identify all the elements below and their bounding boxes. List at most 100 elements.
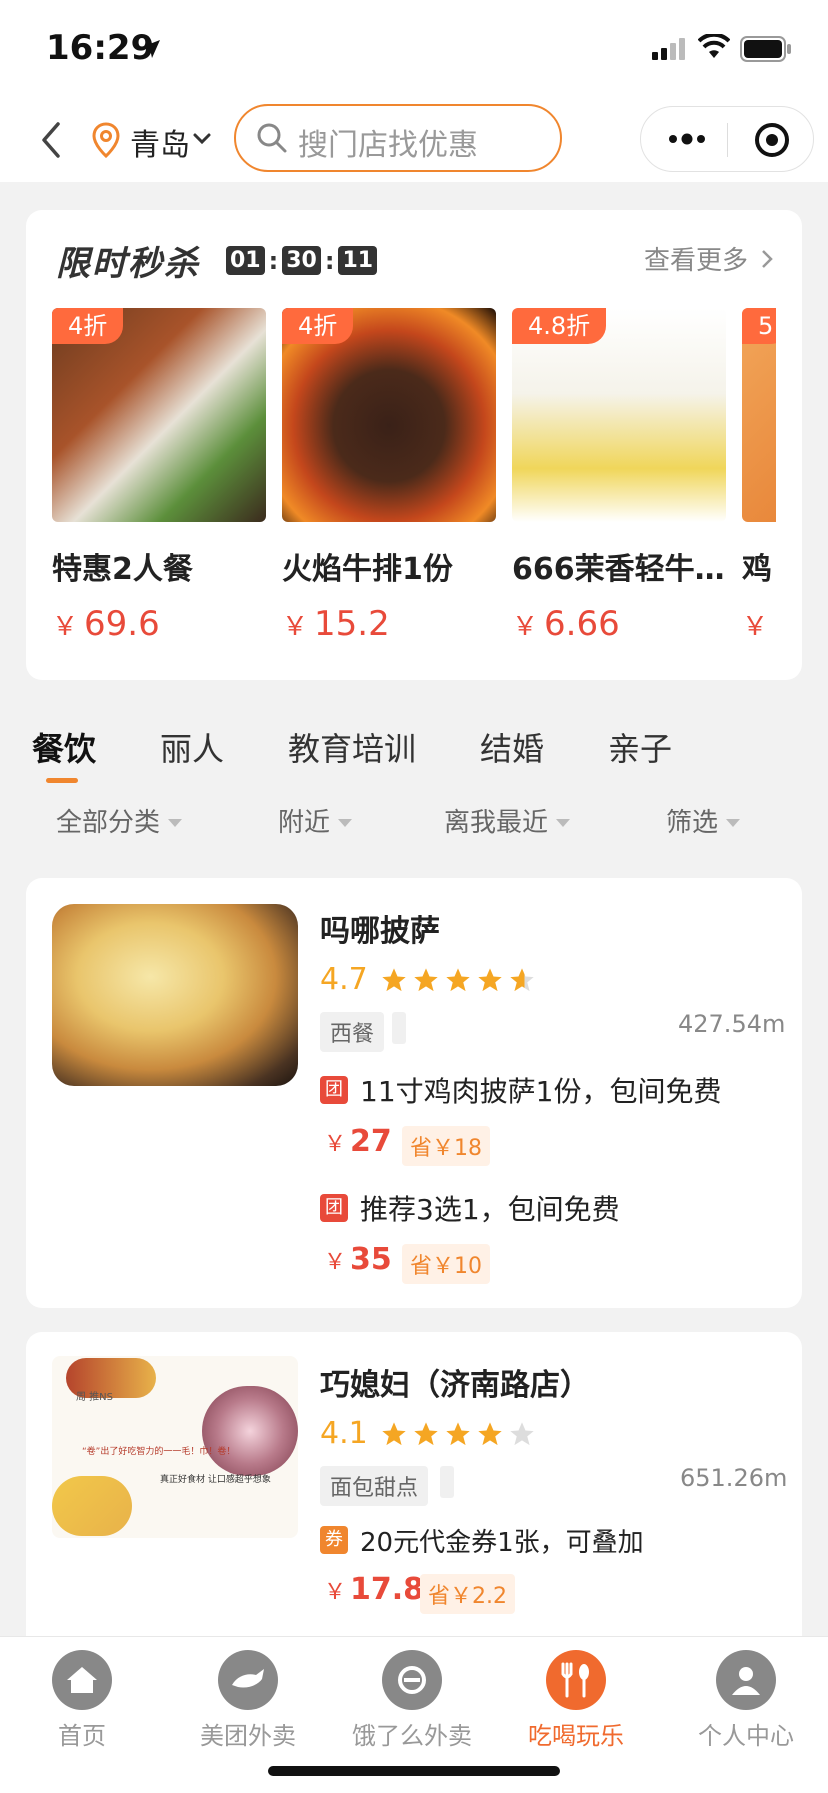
discount-badge: 4折 [52,308,124,344]
tab-beauty[interactable]: 丽人 [160,724,224,770]
star-icon [414,1421,438,1445]
star-icon [414,967,438,991]
tab-catering[interactable]: 餐饮 [32,724,96,770]
star-icon [446,1421,470,1445]
store-distance: 651.26m [680,1464,788,1492]
group-deal-icon: 团 [320,1194,348,1222]
product-name: 特惠2人餐 [52,552,193,587]
deal-title[interactable]: 20元代金券1张，可叠加 [360,1522,644,1559]
search-input[interactable]: 搜门店找优惠 [234,104,562,172]
store-category-tag: 西餐 [320,1012,385,1052]
chevron-down-icon[interactable] [192,132,212,146]
filter-nearby[interactable]: 附近 [278,802,353,839]
product-price: ￥ 6.66 [512,604,620,644]
product-image: 5 [742,308,776,522]
store-name: 吗哪披萨 [320,914,440,949]
home-indicator [268,1766,560,1776]
filter-sort-distance[interactable]: 离我最近 [444,802,571,839]
product-image: 4.8折 [512,308,726,522]
store-rating: 4.1 [320,1416,536,1451]
search-placeholder: 搜门店找优惠 [298,128,478,163]
product-name: 鸡 [742,552,772,587]
dropdown-triangle-icon [556,818,571,827]
store-tag-placeholder [440,1466,454,1498]
tabbar-home[interactable]: 首页 [22,1650,142,1751]
deal-price: ￥ 27 [324,1124,392,1159]
deal-price: ￥ 17.8 [324,1572,425,1607]
store-image: 周 推NS “卷”出了好吃智力的一一毛！巾！卷！ 真正好食材 让口感超乎想象 [52,1356,298,1538]
eleme-icon [382,1650,442,1710]
tabbar-meituan[interactable]: 美团外卖 [188,1650,308,1751]
location-pin-icon[interactable] [92,122,120,158]
countdown-timer: 01 : 30 : 11 [226,246,378,275]
city-selector[interactable]: 青岛 [130,120,190,164]
search-icon [257,123,287,153]
product-image: 4折 [282,308,496,522]
store-rating: 4.7 [320,962,536,997]
flash-sale-title: 限时秒杀 [56,244,200,284]
back-arrow-icon[interactable] [36,120,66,160]
voucher-icon: 券 [320,1526,348,1554]
capsule-divider [727,123,728,157]
dropdown-triangle-icon [168,818,183,827]
half-star-icon [510,967,534,991]
tab-parenting[interactable]: 亲子 [608,724,672,770]
star-icon [382,1421,406,1445]
timer-hours: 01 [226,246,265,275]
product-image: 4折 [52,308,266,522]
star-icon [478,967,502,991]
chevron-right-icon[interactable] [760,248,774,270]
tabbar-eleme[interactable]: 饿了么外卖 [352,1650,472,1751]
store-distance: 427.54m [678,1010,786,1038]
flash-product-2[interactable]: 4折 火焰牛排1份 ￥ 15.2 [282,308,496,644]
deal-savings: 省￥10 [402,1244,490,1284]
fork-spoon-icon [546,1650,606,1710]
location-arrow-icon [142,40,160,58]
view-more-link[interactable]: 查看更多 [644,240,748,277]
battery-icon [740,36,791,62]
user-icon [716,1650,776,1710]
product-name: 666茉香轻牛… [512,552,725,587]
more-options-icon[interactable] [667,131,707,147]
status-time: 16:29 [46,28,155,68]
store-category-tag: 面包甜点 [320,1466,429,1506]
flash-product-list: 4折 特惠2人餐 ￥ 69.6 4折 火焰牛排1份 ￥ 15.2 4.8折 666茉… [26,308,776,648]
active-tab-indicator [46,778,78,783]
deal-savings: 省￥2.2 [420,1574,515,1614]
group-deal-icon: 团 [320,1076,348,1104]
tabbar-profile[interactable]: 个人中心 [686,1650,806,1751]
wifi-icon [698,34,730,58]
miniprogram-capsule [640,106,814,172]
deal-title[interactable]: 11寸鸡肉披萨1份，包间免费 [360,1070,721,1110]
flash-product-3[interactable]: 4.8折 666茉香轻牛… ￥ 6.66 [512,308,726,644]
flash-product-1[interactable]: 4折 特惠2人餐 ￥ 69.6 [52,308,266,644]
flash-product-4[interactable]: 5 鸡 ￥1 [742,308,776,644]
store-image [52,904,298,1086]
product-price: ￥ 69.6 [52,604,160,644]
home-icon [52,1650,112,1710]
kangaroo-icon [218,1650,278,1710]
deal-price: ￥ 35 [324,1242,392,1277]
star-icon [382,967,406,991]
discount-badge: 4.8折 [512,308,607,344]
product-name: 火焰牛排1份 [282,552,453,587]
tab-wedding[interactable]: 结婚 [480,724,544,770]
close-miniprogram-icon[interactable] [753,121,791,159]
star-icon [478,1421,502,1445]
tab-education[interactable]: 教育培训 [288,724,416,770]
deal-savings: 省￥18 [402,1126,490,1166]
product-price: ￥ 15.2 [282,604,390,644]
timer-minutes: 30 [282,246,321,275]
filter-screen[interactable]: 筛选 [666,802,741,839]
star-rating [380,966,536,994]
tabbar-food-fun[interactable]: 吃喝玩乐 [516,1650,636,1751]
product-price: ￥1 [742,604,776,644]
deal-title[interactable]: 推荐3选1，包间免费 [360,1188,620,1228]
star-rating [380,1420,536,1448]
store-name: 巧媳妇（济南路店） [320,1368,590,1403]
empty-star-icon [510,1421,534,1445]
cellular-signal-icon [652,38,685,60]
filter-all-categories[interactable]: 全部分类 [56,802,183,839]
dropdown-triangle-icon [726,818,741,827]
store-tag-placeholder [392,1012,406,1044]
